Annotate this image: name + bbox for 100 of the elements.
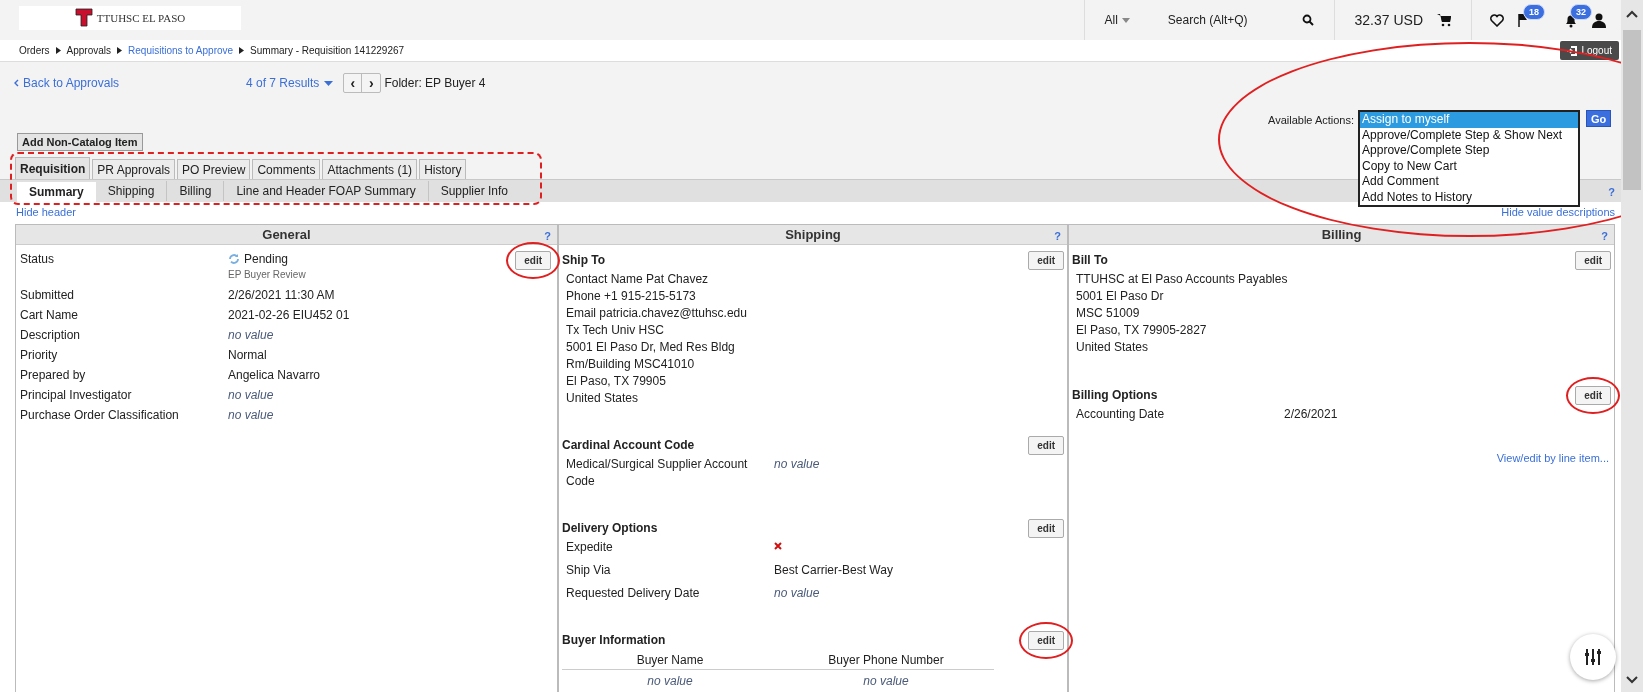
help-link[interactable]: ? bbox=[1608, 184, 1615, 201]
field-value: Angelica Navarro bbox=[228, 368, 321, 382]
search-field[interactable]: Search (Alt+Q) bbox=[1167, 11, 1296, 29]
action-option[interactable]: Approve/Complete Step & Show Next bbox=[1360, 127, 1579, 143]
field-label: Priority bbox=[20, 347, 59, 364]
section-title: Buyer Information bbox=[562, 632, 666, 649]
field-value: Normal bbox=[228, 348, 267, 362]
action-option[interactable]: Add Notes to History bbox=[1360, 189, 1579, 205]
field-label: Submitted bbox=[20, 287, 76, 304]
address-line: 5001 El Paso Dr bbox=[1076, 288, 1165, 305]
field-value: 2/26/2021 bbox=[1284, 407, 1338, 421]
add-item-button[interactable]: Add Non-Catalog Item bbox=[17, 133, 143, 151]
field-label: Principal Investigator bbox=[20, 387, 133, 404]
scrollbar-thumb[interactable] bbox=[1623, 30, 1641, 190]
sub-tab[interactable]: Summary bbox=[17, 182, 96, 202]
address-line: TTUHSC at El Paso Accounts Payables bbox=[1076, 271, 1289, 288]
back-link[interactable]: Back to Approvals bbox=[14, 74, 246, 92]
panel-title: General bbox=[262, 225, 311, 244]
action-option[interactable]: Copy to New Cart bbox=[1360, 158, 1579, 174]
actions-listbox[interactable]: Assign to myself Approve/Complete Step & Show Next Approve/Complete Step Copy to New Cart Add Comment Add Notes to History bbox=[1358, 110, 1581, 207]
table-cell-text: no value bbox=[862, 673, 910, 690]
chevron-up-icon[interactable] bbox=[1626, 10, 1638, 18]
empty-value: no value bbox=[228, 388, 274, 402]
tab[interactable]: Attachments (1) bbox=[322, 159, 418, 179]
edit-button[interactable]: edit bbox=[1575, 250, 1611, 270]
tab[interactable]: Comments bbox=[252, 159, 321, 179]
field-label: Expedite bbox=[566, 539, 614, 556]
caret-icon bbox=[324, 80, 334, 86]
scope-dropdown[interactable]: All bbox=[1104, 11, 1130, 29]
chevron-left-icon bbox=[14, 79, 19, 87]
sub-tab[interactable]: Line and Header FOAP Summary bbox=[223, 181, 428, 201]
field-value: 2/26/2021 11:30 AM bbox=[228, 288, 335, 302]
tab[interactable]: History bbox=[419, 159, 467, 179]
action-option[interactable]: Add Comment bbox=[1360, 174, 1579, 190]
previous-button[interactable]: ‹ bbox=[344, 74, 363, 92]
section-title: Ship To bbox=[562, 252, 606, 269]
next-button[interactable]: › bbox=[362, 74, 381, 92]
field-label: Medical/Surgical Supplier Account Code bbox=[566, 456, 749, 490]
sign-out-icon bbox=[1567, 45, 1578, 56]
address-line: Tx Tech Univ HSC bbox=[566, 322, 665, 339]
address-line: United States bbox=[566, 390, 640, 407]
address-line: MSC 51009 bbox=[1076, 305, 1141, 322]
column-header: Buyer Name bbox=[635, 652, 705, 669]
flag-icon[interactable] bbox=[1518, 13, 1528, 27]
folder-label: Folder: EP Buyer 4 bbox=[384, 75, 486, 92]
hide-header-link[interactable]: Hide header bbox=[16, 203, 76, 220]
tab[interactable]: PR Approvals bbox=[92, 159, 176, 179]
table-cell-text: no value bbox=[646, 673, 694, 690]
count-badge: 32 bbox=[1570, 3, 1592, 20]
edit-button[interactable]: edit bbox=[515, 251, 551, 270]
panel-title: Shipping bbox=[785, 225, 841, 244]
sub-tab[interactable]: Billing bbox=[166, 181, 224, 201]
field-label: Status bbox=[20, 251, 56, 268]
sub-tab[interactable]: Supplier Info bbox=[427, 181, 521, 201]
tab[interactable]: Requisition bbox=[15, 157, 91, 179]
breadcrumb-link[interactable]: Requisitions to Approve bbox=[128, 43, 234, 58]
help-link[interactable]: ? bbox=[544, 228, 551, 245]
panel-title: Billing bbox=[1321, 225, 1362, 244]
breadcrumb-item: Summary - Requisition 141229267 bbox=[250, 44, 405, 58]
action-option[interactable]: Approve/Complete Step bbox=[1360, 143, 1579, 159]
tab[interactable]: PO Preview bbox=[177, 159, 251, 179]
sub-tab[interactable]: Shipping bbox=[95, 181, 167, 201]
cart-icon[interactable] bbox=[1437, 13, 1451, 27]
chevron-down-icon[interactable] bbox=[1626, 676, 1638, 684]
help-link[interactable]: ? bbox=[1054, 228, 1061, 245]
search-icon[interactable] bbox=[1301, 14, 1314, 26]
line-item-link[interactable]: View/edit by line item... bbox=[1496, 452, 1609, 464]
go-button[interactable]: Go bbox=[1586, 110, 1612, 127]
field-value: Best Carrier-Best Way bbox=[774, 563, 893, 577]
edit-button[interactable]: edit bbox=[1028, 250, 1064, 270]
edit-button[interactable]: edit bbox=[1028, 518, 1064, 538]
cart-total: 32.37 USD bbox=[1354, 10, 1423, 30]
empty-value: no value bbox=[774, 457, 820, 471]
refresh-icon bbox=[228, 253, 240, 265]
user-icon[interactable] bbox=[1592, 12, 1606, 28]
results-dropdown[interactable]: 4 of 7 Results bbox=[246, 74, 334, 92]
chevron-icon bbox=[117, 47, 123, 54]
field-value: 2021-02-26 EIU452 01 bbox=[228, 308, 350, 322]
edit-button[interactable]: edit bbox=[1575, 385, 1611, 405]
address-line: United States bbox=[1076, 339, 1150, 356]
empty-value: no value bbox=[228, 328, 274, 342]
address-line: Rm/Building MSC41010 bbox=[566, 356, 696, 373]
empty-value: no value bbox=[774, 586, 820, 600]
status-value: Pending bbox=[244, 251, 289, 268]
address-line: Contact Name Pat Chavez bbox=[566, 271, 710, 288]
chevron-icon bbox=[239, 47, 245, 54]
breadcrumb-item: Orders bbox=[19, 44, 50, 58]
field-label: Description bbox=[20, 327, 82, 344]
caret-icon bbox=[1121, 17, 1130, 23]
edit-button[interactable]: edit bbox=[1028, 435, 1064, 455]
edit-button[interactable]: edit bbox=[1028, 630, 1064, 650]
logout-button[interactable]: Logout bbox=[1560, 41, 1619, 60]
heart-icon[interactable] bbox=[1490, 13, 1504, 27]
scrollbar[interactable] bbox=[1621, 0, 1643, 692]
logo-mark-icon bbox=[74, 8, 93, 28]
column-header: Buyer Phone Number bbox=[827, 652, 945, 669]
section-title: Bill To bbox=[1072, 252, 1108, 269]
help-link[interactable]: ? bbox=[1601, 228, 1608, 245]
section-title: Billing Options bbox=[1072, 387, 1158, 404]
field-label: Purchase Order Classification bbox=[20, 407, 180, 424]
